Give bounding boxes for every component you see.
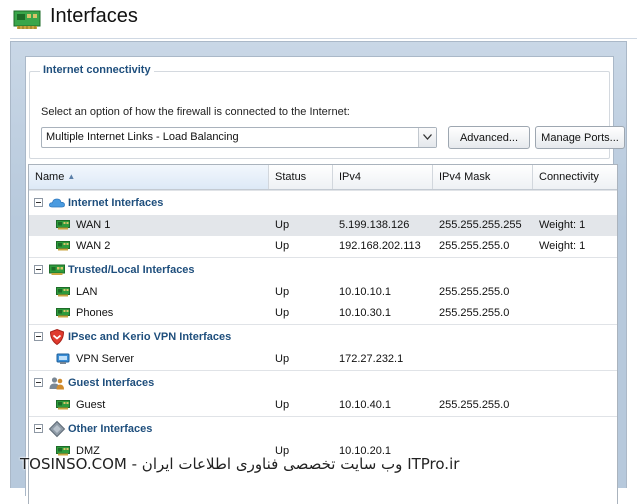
- network-card-icon: [56, 399, 70, 411]
- advanced-button[interactable]: Advanced...: [448, 126, 530, 149]
- group-row[interactable]: Guest Interfaces: [29, 370, 617, 395]
- manage-ports-button[interactable]: Manage Ports...: [535, 126, 625, 149]
- header-divider: [10, 38, 637, 39]
- watermark: TOSINSO.COM - وب سایت تخصصی فناوری اطلاع…: [20, 455, 460, 473]
- cell-name: WAN 2: [76, 240, 111, 252]
- cell-name: Phones: [76, 307, 114, 319]
- network-card-icon: [56, 219, 70, 231]
- group-label: Trusted/Local Interfaces: [68, 264, 195, 276]
- cell-ipv4-mask: 255.255.255.0: [439, 286, 510, 298]
- group-row[interactable]: IPsec and Kerio VPN Interfaces: [29, 324, 617, 349]
- cell-ipv4: 10.10.10.1: [339, 286, 391, 298]
- cell-status: Up: [275, 399, 290, 411]
- cell-ipv4: 192.168.202.113: [339, 240, 421, 252]
- cell-connectivity: Weight: 1: [539, 240, 586, 252]
- cell-name: WAN 1: [76, 219, 111, 231]
- table-row[interactable]: Phones Up 10.10.30.1 255.255.255.0: [29, 303, 617, 324]
- column-header-name[interactable]: Name ▲: [29, 165, 269, 189]
- group-label: Guest Interfaces: [68, 377, 155, 389]
- table-row[interactable]: WAN 1 Up 5.199.138.126 255.255.255.255 Weigh…: [29, 215, 617, 236]
- cell-ipv4-mask: 255.255.255.255: [439, 219, 522, 231]
- table-row[interactable]: LAN Up 10.10.10.1 255.255.255.0: [29, 282, 617, 303]
- shield-icon: [48, 328, 66, 346]
- page-header: Interfaces: [0, 0, 637, 40]
- cell-status: Up: [275, 240, 290, 252]
- column-header-status[interactable]: Status: [269, 165, 333, 189]
- network-card-icon: [56, 240, 70, 252]
- group-label: Internet Interfaces: [68, 197, 164, 209]
- cell-ipv4: 10.10.30.1: [339, 307, 391, 319]
- collapse-toggle-icon[interactable]: [34, 332, 43, 341]
- column-header-ipv4-mask[interactable]: IPv4 Mask: [433, 165, 533, 189]
- group-row[interactable]: Internet Interfaces: [29, 190, 617, 215]
- cell-ipv4: 10.10.40.1: [339, 399, 391, 411]
- group-label: IPsec and Kerio VPN Interfaces: [68, 331, 232, 343]
- collapse-toggle-icon[interactable]: [34, 378, 43, 387]
- collapse-toggle-icon[interactable]: [34, 198, 43, 207]
- interfaces-panel: Internet connectivity Select an option o…: [10, 41, 627, 504]
- cell-name: VPN Server: [76, 353, 135, 365]
- connectivity-description: Select an option of how the firewall is …: [41, 106, 350, 118]
- network-card-icon: [48, 261, 66, 279]
- group-label: Other Interfaces: [68, 423, 153, 435]
- cell-status: Up: [275, 353, 290, 365]
- group-row[interactable]: Trusted/Local Interfaces: [29, 257, 617, 282]
- chevron-down-icon: [423, 134, 432, 140]
- cell-name: LAN: [76, 286, 98, 298]
- table-row[interactable]: VPN Server Up 172.27.232.1: [29, 349, 617, 370]
- network-card-icon: [56, 286, 70, 298]
- connectivity-mode-value: Multiple Internet Links - Load Balancing: [46, 131, 239, 143]
- cell-status: Up: [275, 307, 290, 319]
- connectivity-mode-select[interactable]: Multiple Internet Links - Load Balancing: [41, 127, 437, 148]
- table-row[interactable]: Guest Up 10.10.40.1 255.255.255.0: [29, 395, 617, 416]
- vpn-server-icon: [56, 353, 70, 365]
- panel-content: Internet connectivity Select an option o…: [25, 56, 625, 504]
- cell-ipv4-mask: 255.255.255.0: [439, 240, 510, 252]
- column-header-ipv4[interactable]: IPv4: [333, 165, 433, 189]
- cloud-icon: [48, 194, 66, 212]
- dropdown-button[interactable]: [418, 128, 436, 147]
- interfaces-table: Name ▲ Status IPv4 IPv4 Mask Connectivity…: [28, 164, 618, 504]
- collapse-toggle-icon[interactable]: [34, 424, 43, 433]
- network-card-icon: [13, 10, 41, 29]
- cell-name: Guest: [76, 399, 106, 411]
- collapse-toggle-icon[interactable]: [34, 265, 43, 274]
- diamond-icon: [48, 420, 66, 438]
- column-header-connectivity[interactable]: Connectivity: [533, 165, 617, 189]
- group-row[interactable]: Other Interfaces: [29, 416, 617, 441]
- table-row[interactable]: WAN 2 Up 192.168.202.113 255.255.255.0 Weigh…: [29, 236, 617, 257]
- network-card-icon: [56, 307, 70, 319]
- cell-ipv4-mask: 255.255.255.0: [439, 399, 510, 411]
- cell-ipv4: 172.27.232.1: [339, 353, 404, 365]
- connectivity-legend: Internet connectivity: [40, 64, 154, 76]
- guest-users-icon: [48, 374, 66, 392]
- internet-connectivity-group: Internet connectivity Select an option o…: [29, 64, 625, 159]
- sort-ascending-icon: ▲: [67, 172, 76, 181]
- cell-ipv4: 5.199.138.126: [339, 219, 410, 231]
- cell-status: Up: [275, 286, 290, 298]
- cell-connectivity: Weight: 1: [539, 219, 586, 231]
- page-title: Interfaces: [50, 5, 138, 27]
- table-header: Name ▲ Status IPv4 IPv4 Mask Connectivity: [29, 165, 617, 190]
- cell-ipv4-mask: 255.255.255.0: [439, 307, 510, 319]
- cell-status: Up: [275, 219, 290, 231]
